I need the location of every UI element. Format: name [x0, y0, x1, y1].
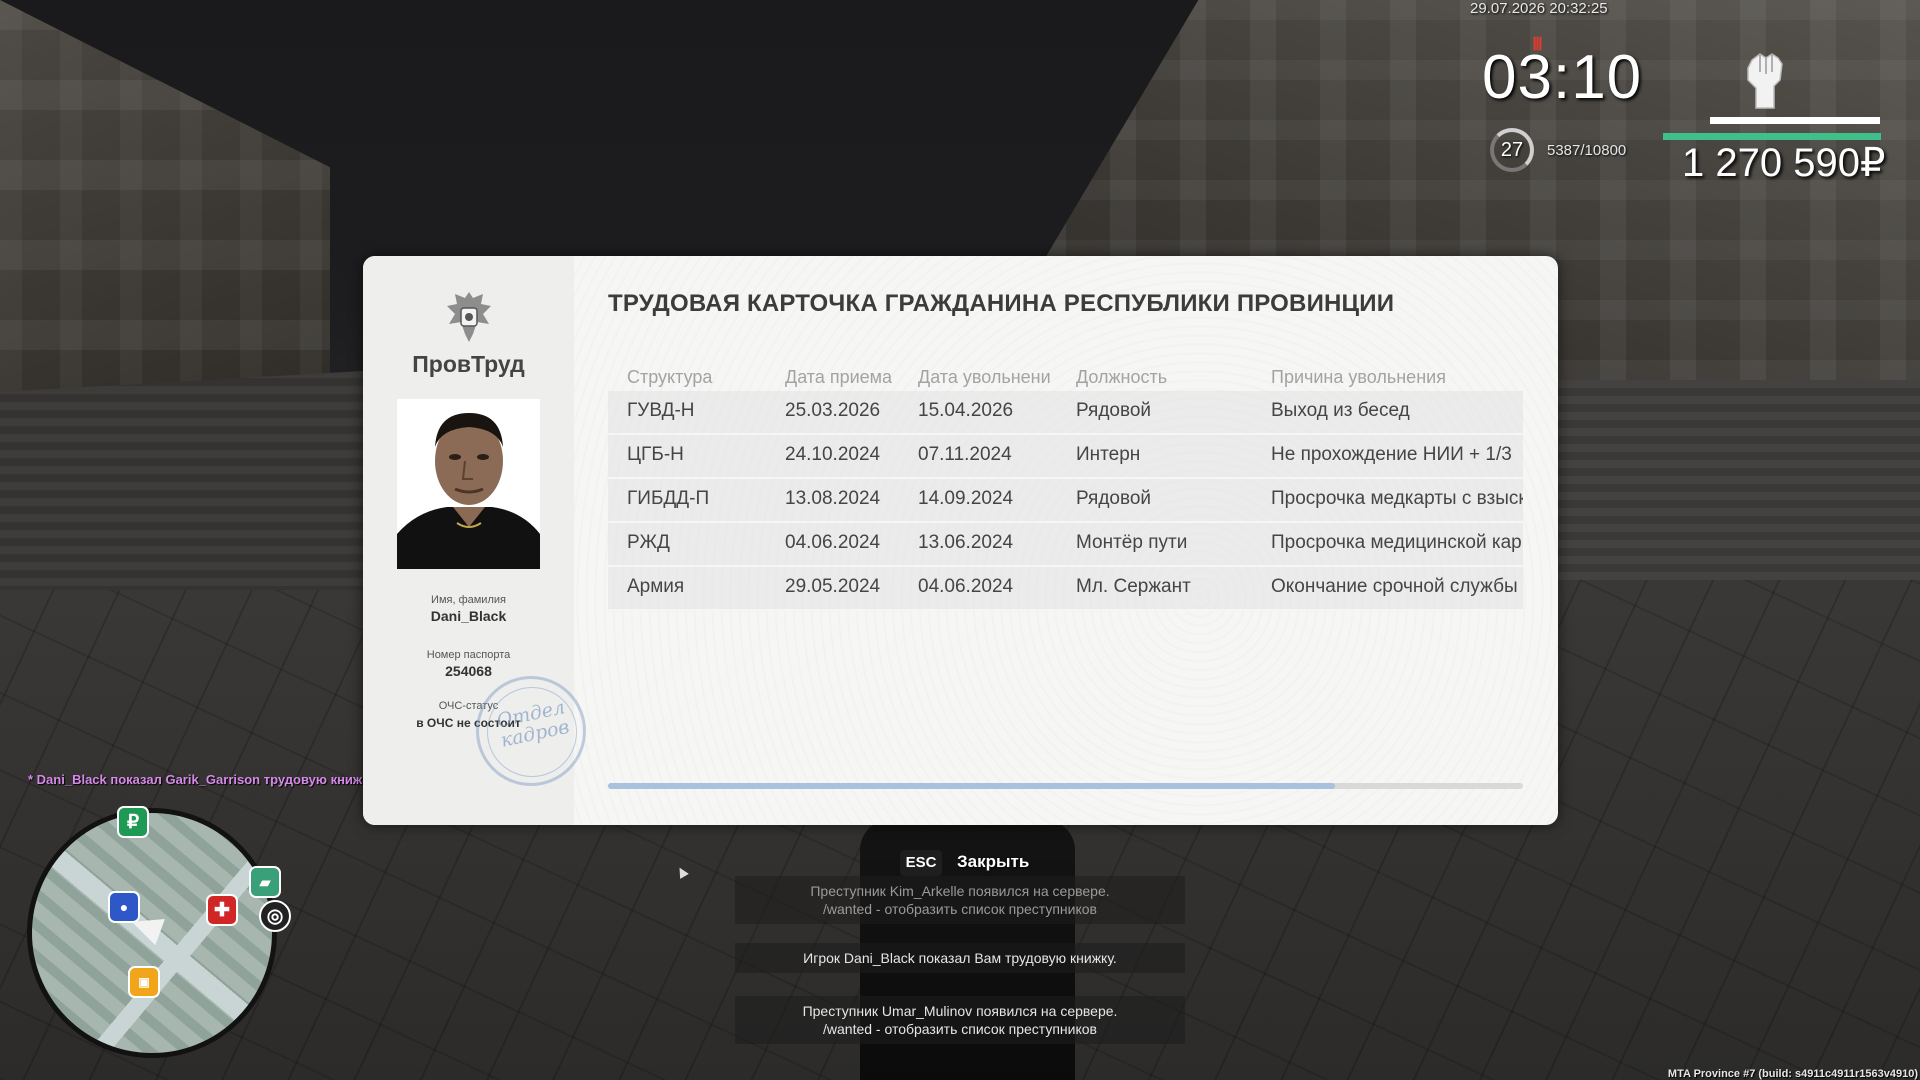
notification: Игрок Dani_Black показал Вам трудовую кн…: [735, 943, 1185, 973]
cell-dismissal-date: 14.09.2024: [918, 488, 1014, 509]
cell-position: Монтёр пути: [1076, 532, 1188, 553]
notification-line: /wanted - отобразить список преступников: [823, 1021, 1097, 1037]
table-row: РЖД 04.06.2024 13.06.2024 Монтёр пути Пр…: [608, 523, 1523, 567]
cell-position: Мл. Сержант: [1076, 576, 1191, 597]
name-label: Имя, фамилия: [431, 594, 506, 606]
table-row: Армия 29.05.2024 04.06.2024 Мл. Сержант …: [608, 567, 1523, 611]
cell-structure: Армия: [627, 576, 685, 597]
cell-dismissal-date: 13.06.2024: [918, 532, 1014, 553]
name-value: Dani_Black: [430, 608, 507, 624]
cell-hire-date: 13.08.2024: [785, 488, 881, 509]
hud-clock: 03:10: [1482, 43, 1643, 112]
notification-line: Преступник Umar_Mulinov появился на серв…: [802, 1003, 1118, 1019]
brand-name: ПровТруд: [412, 351, 525, 377]
cell-reason: Не прохождение НИИ + 1/3: [1271, 444, 1512, 465]
cell-reason: Выход из бесед: [1271, 400, 1410, 421]
level-ring: 27: [1490, 128, 1534, 172]
cell-structure: ЦГБ-Н: [627, 444, 684, 465]
column-header: Дата приема: [785, 367, 893, 387]
cell-dismissal-date: 07.11.2024: [918, 444, 1012, 465]
ruble-icon: ₽: [117, 806, 149, 838]
experience-counter: 5387/10800: [1547, 142, 1627, 159]
work-card-window: ПровТруд Имя, фамилия Dani_Black Номер п…: [363, 256, 1558, 825]
hud-datetime: 29.07.2026 20:32:25: [1470, 0, 1608, 17]
column-header: Причина увольнения: [1271, 367, 1446, 387]
cell-reason: Просрочка медицинской кар: [1271, 532, 1522, 553]
health-bar: [1710, 117, 1880, 124]
cell-position: Рядовой: [1076, 488, 1152, 509]
cell-position: Рядовой: [1076, 400, 1152, 421]
close-button[interactable]: Закрыть: [957, 852, 1029, 872]
notification-line: /wanted - отобразить список преступников: [823, 901, 1097, 917]
table-row: ГИБДД-П 13.08.2024 14.09.2024 Рядовой Пр…: [608, 479, 1523, 523]
hospital-icon: ✚: [206, 894, 238, 926]
table-row: ЦГБ-Н 24.10.2024 07.11.2024 Интерн Не пр…: [608, 435, 1523, 479]
cell-reason: Окончание срочной службы: [1271, 576, 1518, 597]
card-title: ТРУДОВАЯ КАРТОЧКА ГРАЖДАНИНА РЕСПУБЛИКИ …: [608, 290, 1395, 317]
cell-hire-date: 29.05.2024: [785, 576, 881, 597]
notification: Преступник Umar_Mulinov появился на серв…: [735, 996, 1185, 1044]
employment-table: Структура Дата приема Дата увольнени Дол…: [608, 363, 1523, 611]
hr-stamp: Отдел кадров: [476, 676, 586, 786]
wall-left: [0, 370, 380, 590]
cell-dismissal-date: 15.04.2026: [918, 400, 1014, 421]
scrollbar-thumb[interactable]: [608, 783, 1336, 789]
notification: Преступник Kim_Arkelle появился на серве…: [735, 876, 1185, 924]
coat-of-arms-icon: [447, 292, 491, 342]
cell-position: Интерн: [1076, 444, 1141, 465]
cell-hire-date: 04.06.2024: [785, 532, 881, 553]
citizen-photo: [397, 399, 540, 569]
level-value: 27: [1500, 138, 1524, 161]
cell-hire-date: 25.03.2026: [785, 400, 881, 421]
target-icon: ◎: [259, 900, 291, 932]
table-row: ГУВД-Н 25.03.2026 15.04.2026 Рядовой Вых…: [608, 391, 1523, 435]
cell-structure: ГИБДД-П: [627, 488, 710, 509]
build-info: MTA Province #7 (build: s4911c4911r1563v…: [1667, 1068, 1918, 1080]
table-header: Структура Дата приема Дата увольнени Дол…: [608, 363, 1523, 391]
cab-icon: ▣: [128, 966, 160, 998]
notification-line: Преступник Kim_Arkelle появился на серве…: [810, 883, 1110, 899]
hud-money: 1 270 590₽: [1682, 141, 1886, 185]
chat-message: * Dani_Black показал Garik_Garrison труд…: [28, 772, 376, 787]
card-sidebar: ПровТруд Имя, фамилия Dani_Black Номер п…: [363, 256, 586, 825]
column-header: Структура: [627, 367, 713, 387]
taxi-icon: ▰: [249, 866, 281, 898]
fist-weapon-icon: [1747, 53, 1783, 109]
horizontal-scrollbar[interactable]: [608, 783, 1523, 789]
wall-right: [1540, 380, 1920, 580]
cell-structure: РЖД: [627, 532, 670, 553]
esc-key-button[interactable]: ESC: [900, 850, 942, 876]
cell-hire-date: 24.10.2024: [785, 444, 881, 465]
column-header: Дата увольнени: [918, 367, 1051, 387]
cell-reason: Просрочка медкарты с взыск: [1271, 488, 1523, 509]
passport-label: Номер паспорта: [426, 649, 511, 661]
column-header: Должность: [1076, 367, 1168, 387]
portrait-image: [397, 399, 540, 569]
armor-bar: [1663, 133, 1881, 140]
cell-dismissal-date: 04.06.2024: [918, 576, 1014, 597]
notification-line: Игрок Dani_Black показал Вам трудовую кн…: [803, 950, 1117, 966]
cell-structure: ГУВД-Н: [627, 400, 695, 421]
